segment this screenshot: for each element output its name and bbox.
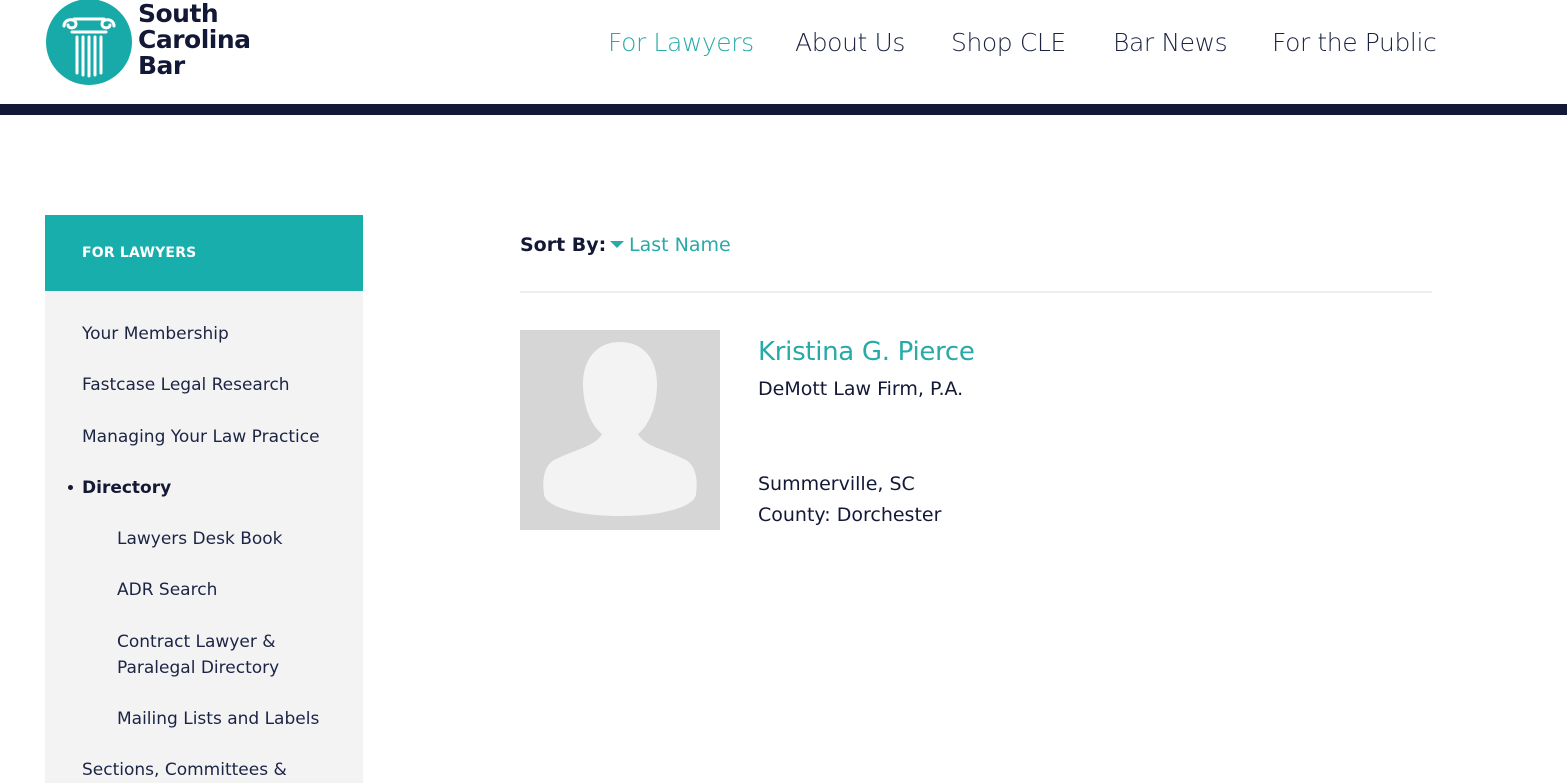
results-divider — [520, 291, 1432, 293]
nav-shop-cle[interactable]: Shop CLE — [951, 24, 1066, 62]
sidebar-heading-label: FOR LAWYERS — [82, 245, 197, 261]
sidebar: FOR LAWYERS Your Membership Fastcase Leg… — [45, 215, 363, 783]
nav-for-lawyers[interactable]: For Lawyers — [608, 24, 754, 62]
sidebar-heading: FOR LAWYERS — [45, 215, 363, 291]
caret-down-icon — [610, 241, 624, 248]
sidebar-item-sections-committees[interactable]: Sections, Committees & — [82, 757, 287, 783]
sort-label: Sort By: — [520, 234, 607, 256]
main-nav: For Lawyers About Us Shop CLE Bar News F… — [0, 24, 1567, 64]
sidebar-item-mailing-lists[interactable]: Mailing Lists and Labels — [117, 706, 319, 732]
sidebar-item-label: Paralegal Directory — [117, 658, 280, 678]
sidebar-item-fastcase[interactable]: Fastcase Legal Research — [82, 372, 290, 398]
result-firm: DeMott Law Firm, P.A. — [758, 378, 964, 400]
site-header: South Carolina Bar For Lawyers About Us … — [0, 0, 1567, 104]
sort-value: Last Name — [629, 234, 731, 256]
sidebar-item-directory[interactable]: Directory — [82, 475, 171, 501]
result-name-link[interactable]: Kristina G. Pierce — [758, 335, 975, 369]
active-bullet-icon — [68, 485, 73, 490]
sidebar-item-adr-search[interactable]: ADR Search — [117, 577, 217, 603]
nav-about-us[interactable]: About Us — [795, 24, 905, 62]
sidebar-item-your-membership[interactable]: Your Membership — [82, 321, 229, 347]
nav-bar-news[interactable]: Bar News — [1113, 24, 1228, 62]
result-county: County: Dorchester — [758, 504, 942, 526]
sidebar-item-lawyers-desk-book[interactable]: Lawyers Desk Book — [117, 526, 283, 552]
person-silhouette-icon — [520, 330, 720, 530]
sidebar-item-label: Contract Lawyer & — [117, 632, 276, 652]
nav-for-the-public[interactable]: For the Public — [1272, 24, 1437, 62]
result-location: Summerville, SC — [758, 473, 915, 495]
sidebar-item-managing-practice[interactable]: Managing Your Law Practice — [82, 424, 320, 450]
sidebar-item-contract-lawyer[interactable]: Contract Lawyer & Paralegal Directory — [117, 629, 279, 681]
header-divider-bar — [0, 104, 1567, 115]
